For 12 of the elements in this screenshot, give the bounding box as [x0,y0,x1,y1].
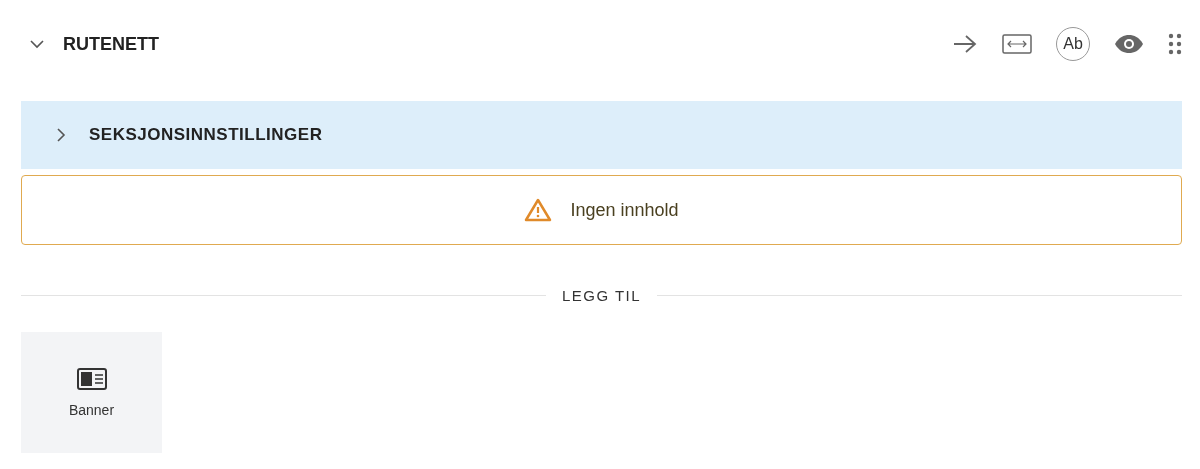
warning-icon [524,198,553,222]
drag-handle-icon[interactable] [1168,33,1182,55]
eye-icon[interactable] [1114,34,1144,54]
banner-icon [76,367,107,390]
add-block-tile[interactable]: Banner [21,332,162,453]
width-icon[interactable] [1002,33,1032,55]
add-heading: LEGG TIL [561,287,642,304]
arrow-right-icon[interactable] [952,34,978,54]
section-settings-toggle[interactable]: SEKSJONSINNSTILLINGER [21,101,1182,169]
warning-text: Ingen innhold [570,199,679,221]
text-style-button[interactable]: Ab [1056,27,1090,61]
section-toggle[interactable]: RUTENETT [21,33,159,55]
